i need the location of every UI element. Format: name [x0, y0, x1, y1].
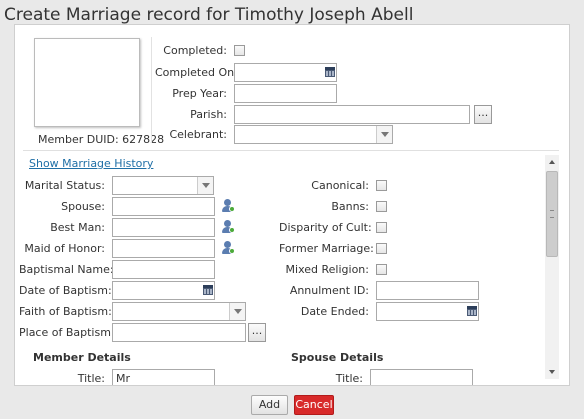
parish-lookup-button[interactable]: ... — [474, 105, 492, 124]
member-details-heading: Member Details — [33, 351, 131, 364]
divider — [151, 37, 152, 143]
calendar-icon[interactable] — [325, 67, 335, 77]
cancel-button[interactable]: Cancel — [294, 395, 334, 415]
calendar-icon[interactable] — [467, 306, 477, 316]
baptismal-name-input[interactable] — [112, 260, 215, 279]
annulment-id-label: Annulment ID: — [289, 284, 369, 297]
prep-year-input[interactable] — [234, 84, 337, 103]
completed-label: Completed: — [163, 44, 227, 57]
mixed-religion-checkbox[interactable] — [376, 264, 387, 275]
spouse-title-label: Title: — [335, 372, 363, 385]
dialog-title: Create Marriage record for Timothy Josep… — [4, 5, 414, 25]
former-marriage-checkbox[interactable] — [376, 243, 387, 254]
maid-of-honor-label: Maid of Honor: — [24, 242, 105, 255]
add-button[interactable]: Add — [251, 395, 288, 415]
parish-input[interactable] — [234, 105, 470, 124]
faith-of-baptism-label: Faith of Baptism: — [19, 305, 112, 318]
best-man-label: Best Man: — [50, 221, 105, 234]
section-divider — [23, 150, 559, 151]
banns-label: Banns: — [331, 200, 369, 213]
annulment-id-input[interactable] — [376, 281, 479, 300]
canonical-checkbox[interactable] — [376, 180, 387, 191]
maid-of-honor-input[interactable] — [112, 239, 215, 258]
completed-checkbox[interactable] — [234, 45, 245, 56]
celebrant-select[interactable] — [234, 125, 393, 144]
scroll-down-icon[interactable] — [545, 365, 559, 379]
marital-status-label: Marital Status: — [24, 179, 105, 192]
place-of-baptism-input[interactable] — [112, 323, 246, 342]
prep-year-label: Prep Year: — [172, 87, 227, 100]
date-ended-input[interactable] — [376, 302, 479, 321]
marital-status-select[interactable] — [112, 176, 214, 195]
place-lookup-button[interactable]: ... — [248, 323, 266, 342]
scroll-thumb[interactable] — [546, 171, 558, 257]
former-marriage-label: Former Marriage: — [279, 242, 374, 255]
chevron-down-icon — [376, 126, 392, 143]
completed-on-label: Completed On: — [155, 66, 238, 79]
best-man-input[interactable] — [112, 218, 215, 237]
show-marriage-history-link[interactable]: Show Marriage History — [29, 157, 153, 170]
chevron-down-icon — [229, 303, 245, 320]
add-person-icon[interactable] — [221, 220, 235, 233]
disparity-of-cult-checkbox[interactable] — [376, 222, 387, 233]
date-of-baptism-label: Date of Baptism: — [19, 284, 112, 297]
faith-of-baptism-select[interactable] — [112, 302, 246, 321]
date-ended-label: Date Ended: — [300, 305, 369, 318]
baptismal-name-label: Baptismal Name: — [19, 263, 114, 276]
mixed-religion-label: Mixed Religion: — [285, 263, 369, 276]
member-title-input[interactable]: Mr — [112, 369, 215, 385]
spouse-title-input[interactable] — [370, 369, 473, 385]
calendar-icon[interactable] — [203, 285, 213, 295]
member-photo[interactable] — [34, 38, 140, 127]
member-title-label: Title: — [77, 372, 105, 385]
banns-checkbox[interactable] — [376, 201, 387, 212]
chevron-down-icon — [197, 177, 213, 194]
date-of-baptism-input[interactable] — [112, 281, 215, 300]
parish-label: Parish: — [190, 108, 227, 121]
place-of-baptism-label: Place of Baptism: — [19, 326, 115, 339]
dialog-body: Member DUID: 627828 Completed: Completed… — [14, 24, 570, 386]
canonical-label: Canonical: — [311, 179, 369, 192]
member-duid: Member DUID: 627828 — [38, 133, 165, 146]
completed-on-input[interactable] — [234, 63, 337, 82]
spouse-label: Spouse: — [61, 200, 105, 213]
celebrant-label: Celebrant: — [169, 128, 227, 141]
scroll-up-icon[interactable] — [545, 155, 559, 169]
spouse-details-heading: Spouse Details — [291, 351, 384, 364]
add-person-icon[interactable] — [221, 199, 235, 212]
add-person-icon[interactable] — [221, 241, 235, 254]
disparity-of-cult-label: Disparity of Cult: — [279, 221, 372, 234]
spouse-input[interactable] — [112, 197, 215, 216]
scrollbar[interactable] — [545, 155, 559, 379]
